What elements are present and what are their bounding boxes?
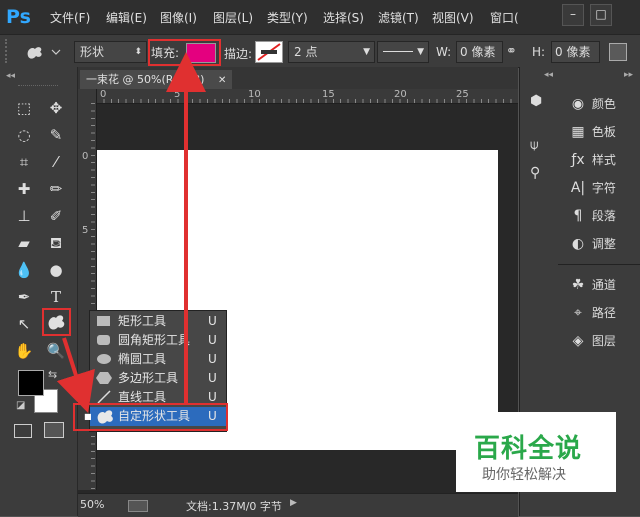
styles-icon: ƒx [571,152,585,168]
panel-swatches[interactable]: ▦ 色板 [568,119,638,145]
panel-channels[interactable]: ☘ 通道 [568,272,638,298]
panel-label: 路径 [591,306,616,320]
character-icon: A| [570,180,586,196]
panel-label: 颜色 [591,97,616,111]
watermark-logo: 百科全说 助你轻松解决 [456,412,616,492]
panel-adjustments[interactable]: ◐ 调整 [568,231,638,257]
swatches-icon: ▦ [571,124,585,140]
panel-label: 调整 [591,237,616,251]
watermark-subtitle: 助你轻松解决 [482,467,566,483]
panel-label: 通道 [591,278,616,292]
watermark-title: 百科全说 [474,434,583,464]
panel-layers[interactable]: ◈ 图层 [568,328,638,354]
palette-icon: ◉ [571,96,585,112]
panel-styles[interactable]: ƒx 样式 [568,147,638,173]
collapse-arrows-icon[interactable]: ▸▸ [624,70,633,80]
channels-icon: ☘ [571,277,585,293]
panel-paragraph[interactable]: ¶ 段落 [568,203,638,229]
panel-label: 字符 [591,181,616,195]
paths-icon: ⌖ [574,305,582,321]
panel-label: 色板 [591,125,616,139]
panel-color[interactable]: ◉ 颜色 [568,91,638,117]
layers-icon: ◈ [572,333,584,349]
panel-label: 图层 [591,334,616,348]
clone-source-icon[interactable]: ⚲ [530,165,548,183]
brush-presets-icon[interactable]: ⍦ [530,137,548,155]
collapse-arrows-icon[interactable]: ◂◂ [544,70,553,80]
3d-cube-icon[interactable]: ⬢ [530,93,548,111]
panel-label: 样式 [591,153,616,167]
arrow-down-to-custom-shape [56,337,95,414]
paragraph-icon: ¶ [573,208,583,224]
panel-divider [558,264,640,265]
panel-paths[interactable]: ⌖ 路径 [568,300,638,326]
panel-label: 段落 [591,209,616,223]
adjustments-icon: ◐ [571,236,585,252]
panel-character[interactable]: A| 字符 [568,175,638,201]
